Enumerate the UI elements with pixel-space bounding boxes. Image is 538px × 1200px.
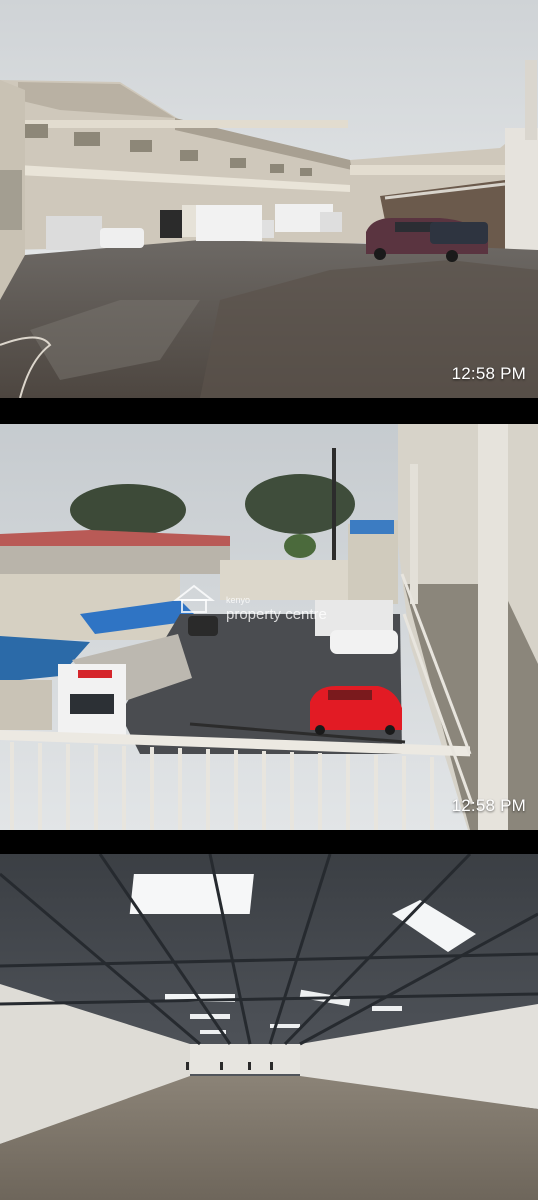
yard-scene [0,0,538,398]
balcony-scene [0,424,538,830]
car-white [330,630,398,654]
photo-feed: 12:58 PM kenyo property centre 12:58 PM [0,0,538,1200]
timestamp-label: 12:58 PM [451,364,526,383]
truck-white-1 [196,205,262,241]
watermark-main: property centre [226,606,327,623]
watermark-small: kenyo [226,595,251,605]
photo-balcony-view[interactable]: kenyo property centre 12:58 PM [0,424,538,830]
car-white [100,228,144,248]
house-watermark-icon [173,584,215,613]
timestamp-label: 12:58 PM [451,796,526,815]
interior-scene [0,854,538,1200]
watermark: kenyo property centre [226,596,327,623]
photo-warehouse-yard[interactable]: 12:58 PM [0,0,538,398]
photo-warehouse-interior[interactable] [0,854,538,1200]
